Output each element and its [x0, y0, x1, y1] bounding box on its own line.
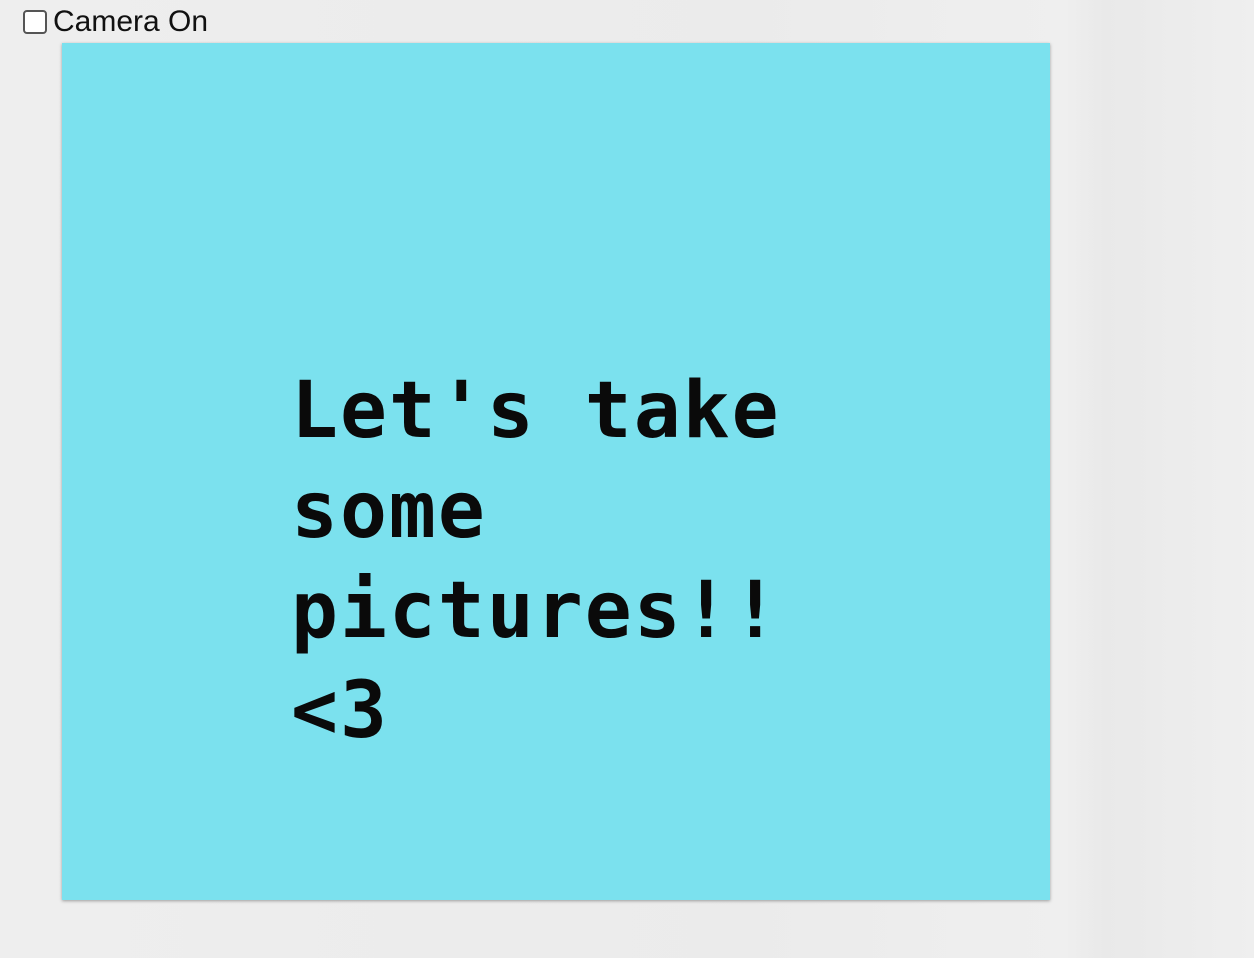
camera-checkbox[interactable]	[23, 10, 47, 34]
camera-toggle[interactable]: Camera On	[22, 4, 208, 40]
preview-message: Let's take some pictures!! <3	[291, 366, 781, 756]
camera-toggle-label[interactable]: Camera On	[53, 4, 208, 40]
app-stage: Camera On Let's take some pictures!! <3	[0, 0, 1254, 958]
camera-preview-screen: Let's take some pictures!! <3	[62, 43, 1050, 900]
